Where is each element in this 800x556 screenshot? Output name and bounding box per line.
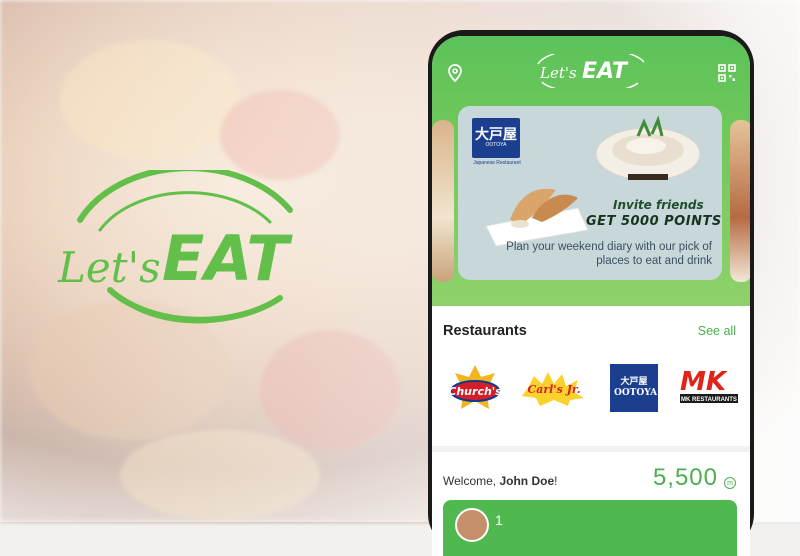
brand-logo-eat: EAT	[162, 222, 293, 295]
location-pin-icon[interactable]	[446, 64, 464, 82]
member-card-number: 1	[495, 512, 503, 528]
welcome-suffix: !	[554, 474, 558, 488]
ootoya-logo-en: OOTOYA	[485, 141, 507, 148]
avatar	[455, 508, 489, 542]
section-divider	[432, 446, 750, 452]
app-logo-eat: EAT	[582, 59, 629, 84]
welcome-prefix: Welcome,	[443, 474, 500, 488]
restaurant-churchs[interactable]: Church's	[442, 362, 508, 414]
promo-subtitle: GET 5000 POINTS	[586, 214, 722, 229]
points-coin-icon: m	[724, 477, 736, 489]
carousel-next-slide[interactable]	[730, 120, 750, 282]
churchs-logo: Church's	[448, 365, 502, 409]
restaurants-title: Restaurants	[443, 323, 527, 339]
welcome-text: Welcome, John Doe!	[443, 474, 557, 488]
promo-description: Plan your weekend diary with our pick of…	[506, 241, 712, 267]
points-balance: 5,500	[652, 464, 718, 491]
carls-jr-logo: Carl's Jr.	[522, 372, 584, 406]
svg-text:MK: MK	[680, 367, 728, 397]
see-all-link[interactable]: See all	[698, 324, 736, 338]
member-card[interactable]: 1	[443, 500, 737, 556]
restaurant-carls-jr[interactable]: Carl's Jr.	[516, 362, 592, 414]
ootoya-logo: 大戸屋 OOTOYA	[472, 118, 520, 158]
app-logo: Let's EAT	[537, 54, 645, 88]
tempura-dish-image	[485, 188, 589, 247]
promo-title: Invite friends	[613, 198, 704, 212]
restaurant-ootoya[interactable]: 大戸屋 OOTOYA	[604, 362, 664, 414]
dish-image	[595, 115, 701, 181]
ootoya-small-logo-text: 大戸屋 OOTOYA	[614, 377, 658, 398]
brand-logo: Let's EAT	[40, 165, 340, 340]
brand-logo-lets: Let's	[57, 243, 161, 292]
user-name: John Doe	[499, 474, 555, 488]
ootoya-small-logo: 大戸屋 OOTOYA	[610, 364, 658, 412]
promo-banner[interactable]: 大戸屋 OOTOYA Japanese Restaurant Invite fr…	[458, 106, 722, 280]
restaurant-mk[interactable]: MK MK RESTAURANTS	[674, 362, 744, 414]
churchs-logo-text: Church's	[448, 385, 502, 398]
mk-logo-text: MK RESTAURANTS	[681, 397, 737, 403]
ootoya-logo-text: 大戸屋	[475, 126, 517, 143]
app-screen: Let's EAT 大戸屋 OOTOYA Japanese Restaurant	[432, 36, 750, 556]
qr-code-icon[interactable]	[718, 64, 736, 82]
app-logo-lets: Let's	[539, 64, 577, 82]
carls-jr-logo-text: Carl's Jr.	[527, 383, 580, 396]
mk-logo: MK MK RESTAURANTS	[680, 367, 738, 403]
carousel-prev-slide[interactable]	[432, 120, 454, 282]
ootoya-subtitle: Japanese Restaurant	[473, 160, 521, 166]
